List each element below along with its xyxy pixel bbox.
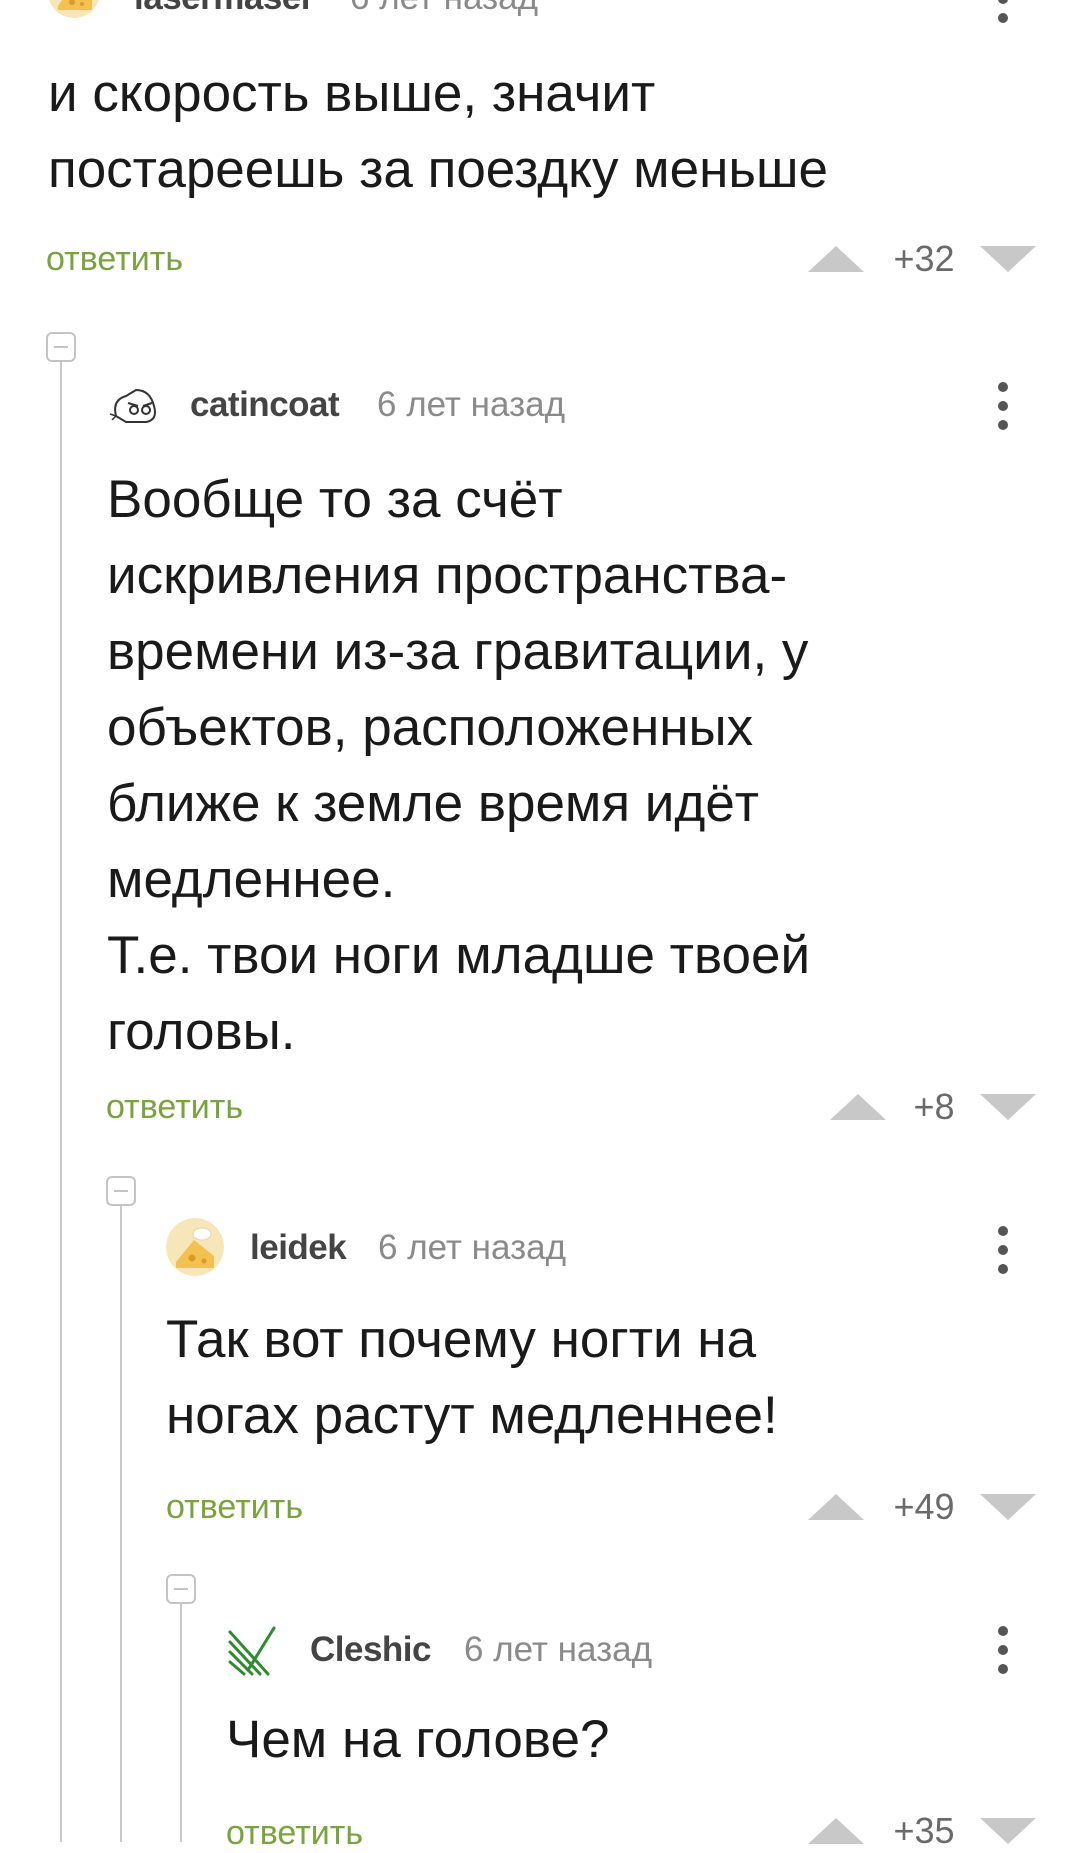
- comment-2-text: Вообще то за счёт искривления пространст…: [107, 470, 811, 1061]
- thread-collapse-button-2[interactable]: [106, 1176, 136, 1206]
- comment-1-text: и скорость выше, значит постареешь за по…: [48, 64, 828, 199]
- cheese-avatar-icon: [166, 1218, 224, 1276]
- green-stripes-avatar-icon: [228, 1626, 276, 1676]
- comment-2-author[interactable]: catincoat: [190, 385, 340, 425]
- comment-1-reply-link[interactable]: ответить: [46, 240, 183, 279]
- comment-4-menu-icon[interactable]: [988, 1626, 1018, 1683]
- comment-4-reply-link[interactable]: ответить: [226, 1814, 363, 1853]
- comment-1-upvote-icon[interactable]: [808, 246, 864, 272]
- comment-4-downvote-icon[interactable]: [980, 1818, 1036, 1844]
- thread-collapse-button-3[interactable]: [166, 1574, 196, 1604]
- thread-line-3: [180, 1604, 182, 1842]
- comment-3-author[interactable]: leidek: [250, 1228, 347, 1268]
- comment-4-author[interactable]: Cleshic: [310, 1630, 432, 1670]
- comment-3-text: Так вот почему ногти на ногах растут мед…: [166, 1310, 778, 1445]
- comment-3-time: 6 лет назад: [378, 1228, 567, 1267]
- thread-collapse-button-1[interactable]: [46, 332, 76, 362]
- comment-1-menu-icon[interactable]: [988, 0, 1018, 32]
- comment-2-time: 6 лет назад: [377, 385, 566, 424]
- comment-2-score: +8: [913, 1086, 955, 1127]
- comment-4-upvote-icon[interactable]: [808, 1818, 864, 1844]
- comment-2-upvote-icon[interactable]: [830, 1094, 886, 1120]
- comment-3-downvote-icon[interactable]: [980, 1494, 1036, 1520]
- comment-1-downvote-icon[interactable]: [980, 246, 1036, 272]
- comment-3-upvote-icon[interactable]: [808, 1494, 864, 1520]
- comment-3-avatar[interactable]: [166, 1218, 224, 1276]
- comment-3-menu-icon[interactable]: [988, 1226, 1018, 1283]
- comment-4-score: +35: [893, 1810, 955, 1851]
- comment-3-reply-link[interactable]: ответить: [166, 1488, 303, 1527]
- comment-4-avatar[interactable]: [224, 1622, 280, 1678]
- comment-4-time: 6 лет назад: [464, 1630, 653, 1669]
- comment-1-author[interactable]: lasermaser: [134, 0, 314, 18]
- cheese-avatar-icon: [49, 0, 99, 18]
- comment-2-avatar[interactable]: [106, 376, 164, 434]
- angry-cat-avatar-icon: [109, 388, 156, 423]
- comment-2-menu-icon[interactable]: [988, 382, 1018, 439]
- comment-2-reply-link[interactable]: ответить: [106, 1088, 243, 1127]
- comment-4-text: Чем на голове?: [226, 1710, 610, 1769]
- comment-2-downvote-icon[interactable]: [980, 1094, 1036, 1120]
- comment-1-score: +32: [893, 238, 955, 279]
- comment-1-avatar[interactable]: [48, 0, 100, 18]
- thread-line-2: [120, 1206, 122, 1842]
- thread-line-1: [60, 362, 62, 1842]
- comment-3-score: +49: [893, 1486, 955, 1527]
- comment-1-time: 6 лет назад: [350, 0, 538, 18]
